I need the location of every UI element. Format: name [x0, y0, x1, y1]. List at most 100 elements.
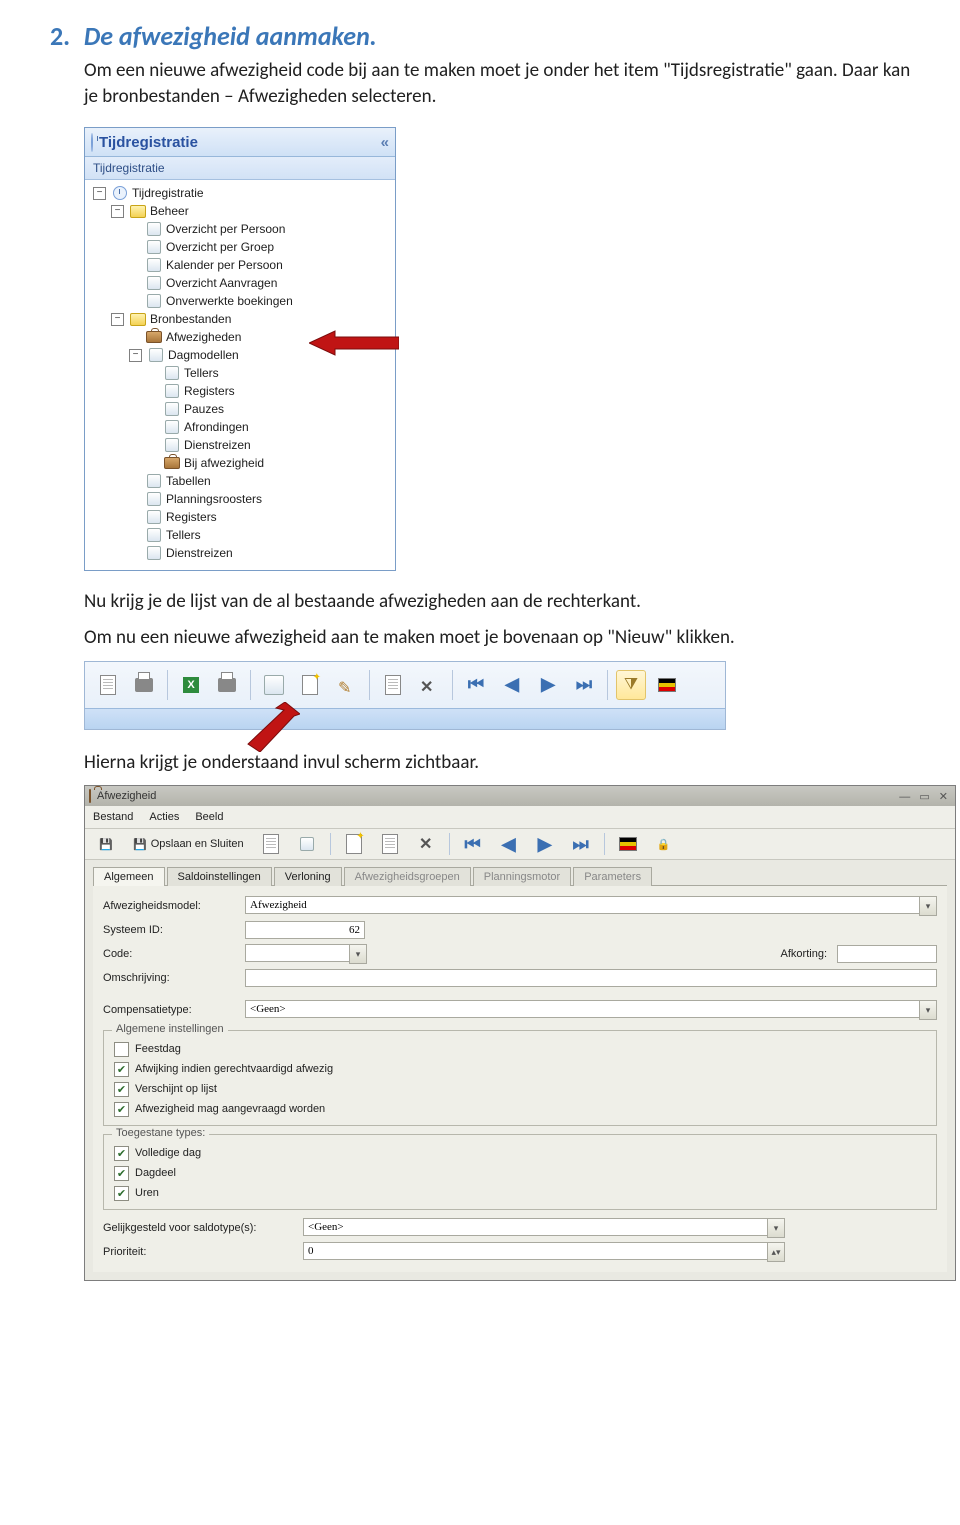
tab-planningsmotor[interactable]: Planningsmotor — [473, 867, 571, 886]
checkbox-row[interactable]: ✔Afwezigheid mag aangevraagd worden — [114, 1099, 926, 1119]
search-button[interactable] — [259, 670, 289, 700]
tree-node[interactable]: Planningsroosters — [129, 490, 391, 508]
copy-button[interactable] — [378, 670, 408, 700]
printer-icon — [218, 678, 236, 692]
save-button[interactable]: 💾 — [91, 829, 121, 859]
checkbox-icon[interactable]: ✔ — [114, 1146, 129, 1161]
print-preview-button[interactable] — [212, 670, 242, 700]
prio-spinner[interactable]: ▴▾ — [303, 1242, 785, 1262]
tab-verloning[interactable]: Verloning — [274, 867, 342, 886]
refresh-button[interactable] — [292, 829, 322, 859]
nav-first-button[interactable]: ⏮ — [461, 670, 491, 700]
dropdown-arrow-icon[interactable]: ▾ — [349, 944, 367, 964]
tab-saldoinstellingen[interactable]: Saldoinstellingen — [167, 867, 272, 886]
tab-afwezigheidsgroepen[interactable]: Afwezigheidsgroepen — [344, 867, 471, 886]
collapse-toggle-icon[interactable]: − — [111, 205, 124, 218]
menu-item[interactable]: Acties — [149, 811, 179, 823]
checkbox-row[interactable]: ✔Volledige dag — [114, 1143, 926, 1163]
checkbox-row[interactable]: Feestdag — [114, 1039, 926, 1059]
tree-node[interactable]: − Dagmodellen — [129, 346, 391, 364]
gelijk-combo[interactable]: ▾ — [303, 1218, 785, 1238]
collapse-toggle-icon[interactable]: − — [93, 187, 106, 200]
sysid-input[interactable] — [245, 921, 365, 939]
afk-input[interactable] — [837, 945, 937, 963]
document-icon — [263, 834, 279, 854]
dropdown-arrow-icon[interactable]: ▾ — [919, 1000, 937, 1020]
nav-last-button[interactable]: ⏭ — [569, 670, 599, 700]
tree-node[interactable]: Pauzes — [147, 400, 391, 418]
tree-node[interactable]: Dienstreizen — [147, 436, 391, 454]
nav-prev-button[interactable]: ◀ — [497, 670, 527, 700]
tree-node[interactable]: Tellers — [147, 364, 391, 382]
checkbox-icon[interactable]: ✔ — [114, 1082, 129, 1097]
gelijk-input[interactable] — [303, 1218, 767, 1236]
excel-export-button[interactable]: X — [176, 670, 206, 700]
model-input[interactable] — [245, 896, 919, 914]
checkbox-icon[interactable] — [114, 1042, 129, 1057]
new-button[interactable] — [339, 829, 369, 859]
tree-node[interactable]: − Tijdregistratie — [93, 184, 391, 202]
edit-button[interactable] — [331, 670, 361, 700]
export-button[interactable] — [93, 670, 123, 700]
tree-node[interactable]: Overzicht Aanvragen — [129, 274, 391, 292]
checkbox-row[interactable]: ✔Uren — [114, 1183, 926, 1203]
lock-button[interactable]: 🔒 — [649, 829, 679, 859]
code-combo[interactable]: ▾ — [245, 944, 367, 964]
tree-node[interactable]: Onverwerkte boekingen — [129, 292, 391, 310]
tree-node[interactable]: Overzicht per Groep — [129, 238, 391, 256]
tree-node[interactable]: Registers — [147, 382, 391, 400]
code-input[interactable] — [245, 944, 349, 962]
nav-last-button[interactable]: ⏭ — [566, 829, 596, 859]
nav-next-button[interactable]: ▶ — [533, 670, 563, 700]
checkbox-icon[interactable]: ✔ — [114, 1062, 129, 1077]
comp-input[interactable] — [245, 1000, 919, 1018]
checkbox-row[interactable]: ✔Afwijking indien gerechtvaardigd afwezi… — [114, 1059, 926, 1079]
checkbox-icon[interactable]: ✔ — [114, 1102, 129, 1117]
dropdown-arrow-icon[interactable]: ▾ — [919, 896, 937, 916]
tree-node[interactable]: Afrondingen — [147, 418, 391, 436]
language-button[interactable] — [613, 829, 643, 859]
language-button[interactable] — [652, 670, 682, 700]
tree-node[interactable]: Tabellen — [129, 472, 391, 490]
delete-button[interactable] — [414, 670, 444, 700]
panel-subtitle-bar[interactable]: Tijdregistratie — [85, 157, 395, 180]
window-control-buttons[interactable]: — ▭ ✕ — [899, 790, 951, 803]
comp-combo[interactable]: ▾ — [245, 1000, 937, 1020]
model-combo[interactable]: ▾ — [245, 896, 937, 916]
save-new-button[interactable] — [256, 829, 286, 859]
collapse-toggle-icon[interactable]: − — [129, 349, 142, 362]
tree-node[interactable]: − Bronbestanden — [111, 310, 391, 328]
menu-item[interactable]: Bestand — [93, 811, 133, 823]
checkbox-row[interactable]: ✔Dagdeel — [114, 1163, 926, 1183]
menu-item[interactable]: Beeld — [195, 811, 223, 823]
omschr-input[interactable] — [245, 969, 937, 987]
item-icon — [146, 221, 162, 237]
tab-parameters[interactable]: Parameters — [573, 867, 652, 886]
collapse-chevron-icon[interactable]: « — [381, 134, 389, 151]
tab-algemeen[interactable]: Algemeen — [93, 867, 165, 886]
tree-node[interactable]: Registers — [129, 508, 391, 526]
nav-first-button[interactable]: ⏮ — [458, 829, 488, 859]
prio-input[interactable] — [303, 1242, 767, 1260]
checkbox-icon[interactable]: ✔ — [114, 1166, 129, 1181]
collapse-toggle-icon[interactable]: − — [111, 313, 124, 326]
delete-button[interactable] — [411, 829, 441, 859]
copy-button[interactable] — [375, 829, 405, 859]
spinner-arrows-icon[interactable]: ▴▾ — [767, 1242, 785, 1262]
folder-icon — [130, 311, 146, 327]
nav-next-button[interactable]: ▶ — [530, 829, 560, 859]
nav-prev-button[interactable]: ◀ — [494, 829, 524, 859]
dropdown-arrow-icon[interactable]: ▾ — [767, 1218, 785, 1238]
tree-node[interactable]: Bij afwezigheid — [147, 454, 391, 472]
print-button[interactable] — [129, 670, 159, 700]
tree-node[interactable]: Kalender per Persoon — [129, 256, 391, 274]
filter-button[interactable]: ⧩ — [616, 670, 646, 700]
checkbox-icon[interactable]: ✔ — [114, 1186, 129, 1201]
tree-node[interactable]: Dienstreizen — [129, 544, 391, 562]
tree-node[interactable]: − Beheer — [111, 202, 391, 220]
checkbox-row[interactable]: ✔Verschijnt op lijst — [114, 1079, 926, 1099]
new-button[interactable] — [295, 670, 325, 700]
tree-node[interactable]: Overzicht per Persoon — [129, 220, 391, 238]
tree-node[interactable]: Tellers — [129, 526, 391, 544]
save-and-close-button[interactable]: 💾 Opslaan en Sluiten — [127, 836, 250, 853]
